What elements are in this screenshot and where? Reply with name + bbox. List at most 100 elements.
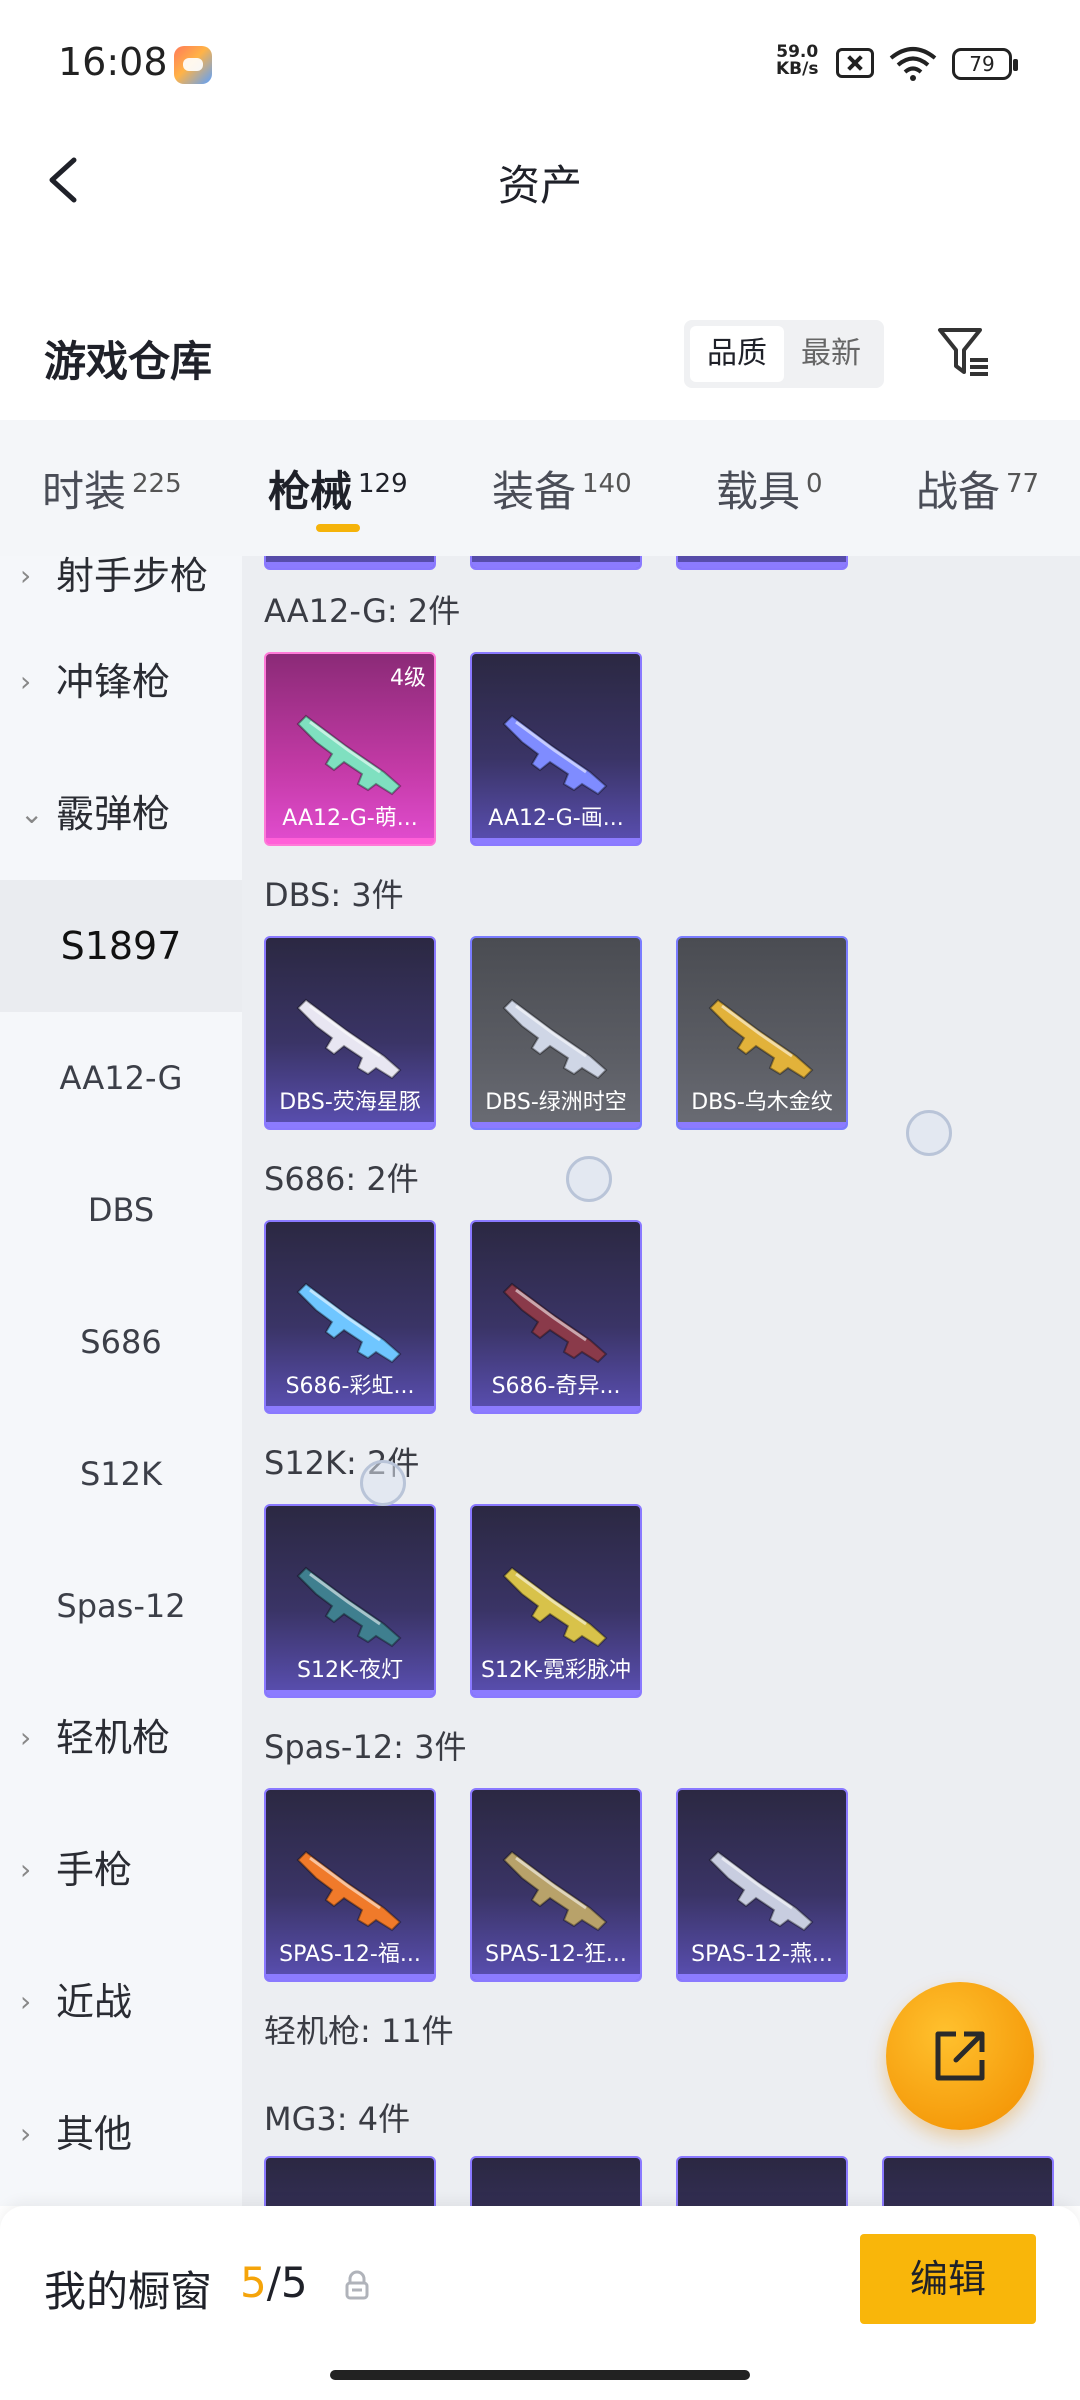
section-heading: 轻机枪: 11件 [264,2012,454,2050]
weapon-card-partial[interactable] [882,2156,1054,2206]
weapon-card[interactable]: SPAS-12-福... [264,1788,436,1982]
tab-fashion[interactable]: 时装 225 [42,458,182,519]
status-time: 16:08 [58,40,168,84]
gun-icon [708,1850,814,1932]
sidebar-item-shotgun[interactable]: ⌄ 霰弹枪 [0,748,242,880]
card-name: S686-奇异... [491,1374,621,1399]
showcase-used: 5 [240,2258,267,2307]
wifi-icon [889,47,937,81]
weapon-card[interactable]: SPAS-12-燕... [676,1788,848,1982]
sort-by-quality-button[interactable]: 品质 [690,326,784,382]
gun-icon [502,1282,608,1364]
card-name: S12K-夜灯 [296,1658,403,1683]
weapon-card[interactable]: S12K-夜灯 [264,1504,436,1698]
home-indicator[interactable] [330,2370,750,2380]
sidebar-item-other[interactable]: › 其他 [0,2068,242,2200]
share-button[interactable] [886,1982,1034,2130]
tab-count: 225 [132,469,182,499]
sidebar-sub-aa12g[interactable]: AA12-G [0,1012,242,1144]
sidebar-item-label: 冲锋枪 [56,660,171,704]
weapon-card[interactable]: 4级 AA12-G-萌... [264,652,436,846]
weapon-card[interactable]: DBS-荧海星豚 [264,936,436,1130]
sidebar-item-lmg[interactable]: › 轻机枪 [0,1672,242,1804]
card-quality-bar [472,1122,640,1128]
gun-icon [502,714,608,796]
no-sim-icon [836,48,874,78]
weapon-card[interactable]: S686-彩虹... [264,1220,436,1414]
gun-icon [296,1566,402,1648]
gun-icon [296,1850,402,1932]
card-quality-bar [472,1406,640,1412]
card-quality-bar [266,1690,434,1696]
showcase-total: /5 [266,2258,308,2307]
card-name: S686-彩虹... [285,1374,415,1399]
tab-label: 载具 [716,467,801,516]
weapon-card[interactable]: DBS-乌木金纹 [676,936,848,1130]
weapon-type-sidebar: › 射手步枪 › 冲锋枪 ⌄ 霰弹枪 S1897 AA12-G DBS S686… [0,556,242,2206]
sort-by-newest-button[interactable]: 最新 [784,326,878,382]
group-heading: Spas-12: 3件 [264,1728,467,1766]
card-quality-bar [472,1690,640,1696]
weapon-card[interactable]: AA12-G-画... [470,652,642,846]
group-heading: DBS: 3件 [264,876,404,914]
card-quality-bar [472,838,640,844]
card-name: DBS-荧海星豚 [279,1090,421,1115]
card-quality-bar [266,1406,434,1412]
card-name: SPAS-12-福... [279,1942,421,1967]
group-heading: S686: 2件 [264,1160,419,1198]
weapon-card[interactable]: S686-奇异... [470,1220,642,1414]
card-quality-bar [266,838,434,844]
card-quality-bar [678,1974,846,1980]
gun-icon [502,998,608,1080]
weapon-card-partial[interactable] [676,2156,848,2206]
sidebar-sub-spas12[interactable]: Spas-12 [0,1540,242,1672]
card-quality-bar [266,1122,434,1128]
touch-indicator [360,1460,406,1506]
sidebar-item-melee[interactable]: › 近战 [0,1936,242,2068]
weapon-card-partial[interactable] [676,556,848,570]
card-quality-bar [472,562,640,568]
game-app-icon [174,46,212,84]
top-app-bar: 资产 [0,128,1080,232]
card-name: DBS-乌木金纹 [691,1090,833,1115]
weapon-card-partial[interactable] [470,2156,642,2206]
tab-vehicles[interactable]: 载具 0 [716,458,823,519]
weapon-card-partial[interactable] [470,556,642,570]
card-quality-bar [472,1974,640,1980]
card-level-badge: 4级 [390,666,426,691]
tab-firearms[interactable]: 枪械 129 [268,458,408,519]
sidebar-item-pistol[interactable]: › 手枪 [0,1804,242,1936]
card-quality-bar [266,1974,434,1980]
category-tabs: 时装 225 枪械 129 装备 140 载具 0 战备 77 [0,420,1080,556]
sidebar-sub-s686[interactable]: S686 [0,1276,242,1408]
tab-supplies[interactable]: 战备 77 [916,458,1039,519]
warehouse-title: 游戏仓库 [44,337,213,386]
sidebar-sub-dbs[interactable]: DBS [0,1144,242,1276]
weapon-card[interactable]: DBS-绿洲时空 [470,936,642,1130]
sidebar-sub-s1897[interactable]: S1897 [0,880,242,1012]
tab-equipment[interactable]: 装备 140 [492,458,632,519]
battery-icon: 79 [952,48,1018,80]
weapon-card[interactable]: SPAS-12-狂... [470,1788,642,1982]
weapon-card-partial[interactable] [264,2156,436,2206]
warehouse-bar: 游戏仓库 品质 最新 [0,300,1080,420]
page-title: 资产 [497,161,582,210]
status-bar: 16:08 59.0 KB/s 79 [0,0,1080,128]
tab-label: 战备 [916,467,1001,516]
filter-icon[interactable] [934,322,994,382]
card-quality-bar [678,1122,846,1128]
card-name: AA12-G-萌... [282,806,418,831]
share-icon [935,2031,985,2081]
weapon-card[interactable]: S12K-霓彩脉冲 [470,1504,642,1698]
network-speed-unit: KB/s [776,59,819,79]
card-quality-bar [678,562,846,568]
weapon-card-partial[interactable] [264,556,436,570]
sidebar-sub-s12k[interactable]: S12K [0,1408,242,1540]
edit-button[interactable]: 编辑 [860,2234,1036,2324]
sidebar-item-smg[interactable]: › 冲锋枪 [0,616,242,748]
tab-count: 140 [582,469,632,499]
network-speed: 59.0 KB/s [776,44,818,78]
sort-toggle: 品质 最新 [684,320,884,388]
chevron-down-icon: ⌄ [20,797,44,830]
gun-icon [296,1282,402,1364]
